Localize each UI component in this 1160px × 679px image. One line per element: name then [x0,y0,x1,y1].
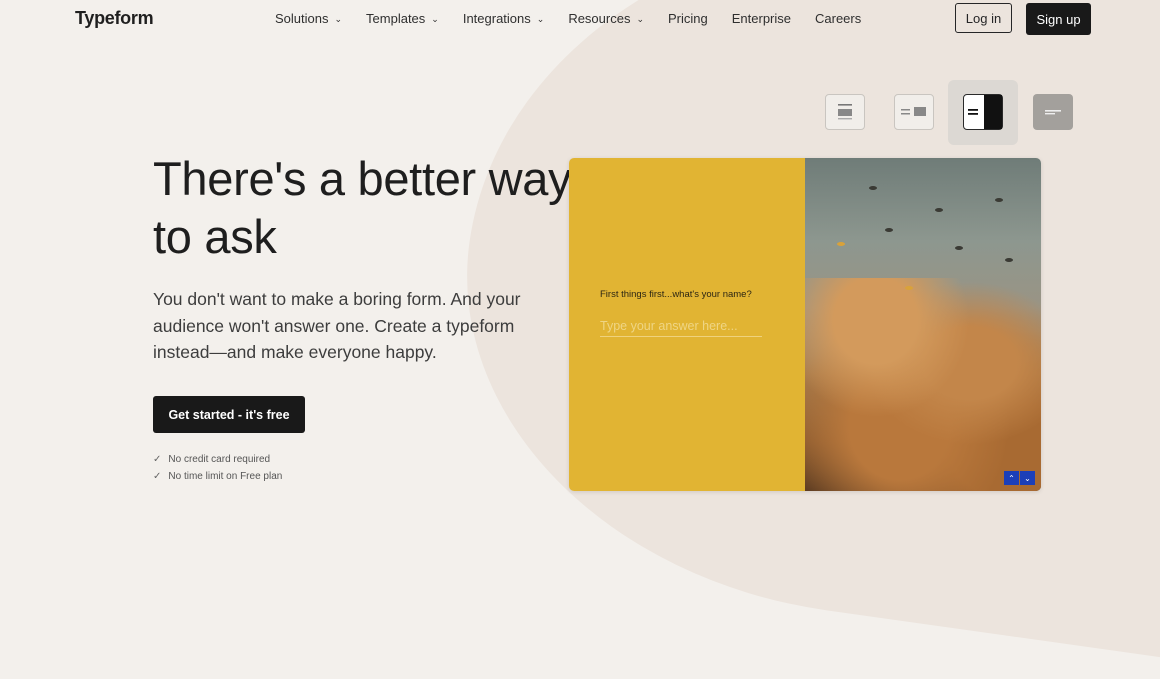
fish-shape [1005,258,1013,262]
layout-split-right-icon [968,95,1002,129]
layout-split-left-button[interactable] [894,94,934,130]
check-icon: ✓ [153,471,162,482]
chevron-down-icon: ⌄ [636,13,644,24]
benefit-list: ✓ No credit card required ✓ No time limi… [153,451,282,485]
check-icon: ✓ [153,454,162,465]
fish-shape [935,208,943,212]
fish-shape [837,242,845,246]
fish-shape [995,198,1003,202]
nav-item-label: Pricing [668,11,708,26]
benefit-text: No credit card required [168,454,271,465]
nav-item-label: Resources [568,11,631,26]
nav-item-enterprise[interactable]: Enterprise [732,11,791,26]
chevron-up-icon[interactable]: ⌃ [1004,471,1019,485]
get-started-button[interactable]: Get started - it's free [153,396,305,433]
form-navigation: ⌃ ⌄ [1004,471,1035,485]
hero-subtitle: You don't want to make a boring form. An… [153,289,521,362]
list-item: ✓ No credit card required [153,451,282,468]
main-nav: Solutions ⌄ Templates ⌄ Integrations ⌄ Reso… [275,11,885,26]
nav-item-label: Enterprise [731,11,791,26]
signup-button[interactable]: Sign up [1026,3,1091,35]
coral-reef-image: ⌃ ⌄ [805,158,1041,491]
nav-item-label: Integrations [462,11,531,26]
fish-shape [955,246,963,250]
question-text: First things first...what's your name? [600,289,752,300]
form-preview-card: First things first...what's your name? ⌃… [569,158,1041,491]
list-item: ✓ No time limit on Free plan [153,468,282,485]
nav-item-label: Solutions [275,11,329,26]
layout-split-right-button[interactable] [963,94,1003,130]
hero-title: There's a better way to ask [153,152,572,263]
nav-item-pricing[interactable]: Pricing [668,11,708,26]
layout-split-left-icon [901,107,926,116]
chevron-down-icon: ⌄ [536,13,545,24]
fish-shape [885,228,893,232]
nav-item-label: Careers [815,11,862,26]
chevron-down-icon: ⌄ [431,13,439,24]
layout-stack-icon [838,104,852,120]
nav-item-templates[interactable]: Templates ⌄ [366,11,439,26]
benefit-text: No time limit on Free plan [168,471,283,482]
layout-stack-button[interactable] [825,94,865,130]
login-button[interactable]: Log in [955,3,1012,33]
nav-item-resources[interactable]: Resources ⌄ [568,11,644,26]
layout-wallpaper-icon [1045,110,1061,115]
nav-item-integrations[interactable]: Integrations ⌄ [463,11,544,26]
typeform-logo[interactable]: Typeform [75,8,154,29]
chevron-down-icon[interactable]: ⌄ [1020,471,1035,485]
form-question-panel: First things first...what's your name? [569,158,805,491]
layout-wallpaper-button[interactable] [1033,94,1073,130]
top-nav-bar: Typeform Solutions ⌄ Templates ⌄ Integrati… [0,0,1160,38]
answer-input[interactable] [600,316,762,337]
fish-shape [869,186,877,190]
nav-item-label: Templates [366,11,426,26]
coral-texture [805,278,1041,491]
nav-item-careers[interactable]: Careers [815,11,861,26]
chevron-down-icon: ⌄ [334,13,343,24]
nav-item-solutions[interactable]: Solutions ⌄ [275,11,342,26]
fish-shape [905,286,913,290]
